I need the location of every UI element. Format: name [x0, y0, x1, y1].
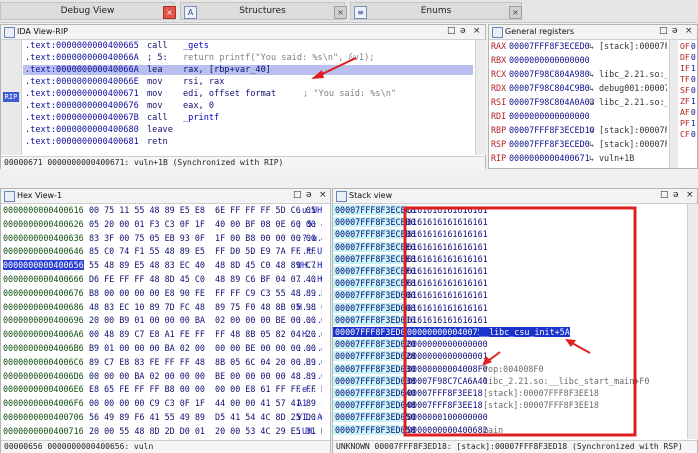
annotation-arrow-ida [319, 57, 357, 76]
annotation-arrowhead-libc [565, 339, 576, 347]
annotation-overlay [311, 57, 637, 437]
annotation-arrow-libc [571, 342, 591, 354]
annotation-arrowhead-rop [482, 356, 492, 366]
annotation-arrowhead-ida [311, 70, 324, 79]
annotation-arrow-rop [487, 351, 501, 362]
annotation-red-box [403, 206, 637, 437]
